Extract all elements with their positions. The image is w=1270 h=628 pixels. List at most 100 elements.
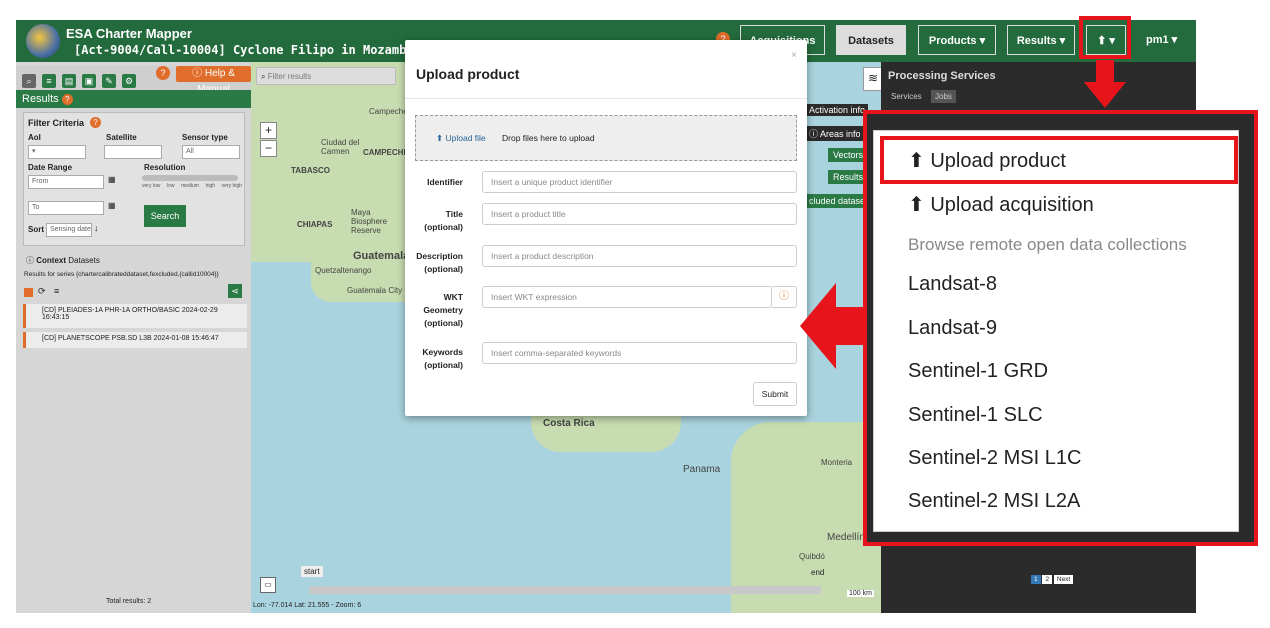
upload-icon: ⬆ [908, 194, 925, 216]
map-label: Guatemala City [347, 286, 403, 295]
title-label-text: Title [445, 209, 463, 219]
help-circle-icon[interactable]: ? [90, 117, 101, 128]
list-icon[interactable]: ≡ [42, 74, 56, 88]
results-partial[interactable]: Results [828, 170, 869, 184]
annotation-arrow-left [800, 283, 866, 369]
activation-info-partial[interactable]: Activation info [806, 104, 869, 116]
sensor-type-select[interactable]: All [182, 145, 240, 159]
tab-services[interactable]: Services [891, 92, 922, 101]
description-input[interactable]: Insert a product description [482, 245, 797, 267]
results-title: Results [22, 93, 59, 105]
page-2[interactable]: 2 [1042, 575, 1053, 584]
archive-icon[interactable]: ▣ [82, 74, 96, 88]
menu-item-sentinel-1-grd[interactable]: Sentinel-1 GRD [908, 360, 1048, 383]
scale-bar: 100 km [847, 590, 874, 597]
satellite-input[interactable] [104, 145, 162, 159]
basket-icon[interactable]: ▤ [62, 74, 76, 88]
map-label: Costa Rica [543, 418, 595, 429]
menu-item-upload-product[interactable]: ⬆ Upload product [908, 148, 1066, 173]
map-label: Quetzaltenango [315, 266, 372, 275]
sensor-type-label: Sensor type [182, 133, 228, 142]
stop-icon[interactable] [24, 288, 33, 297]
filter-title: Filter Criteria [28, 118, 85, 128]
search-icon[interactable]: ⌕ [22, 74, 36, 88]
date-to-input[interactable]: To [28, 201, 104, 215]
search-button[interactable]: Search [144, 205, 186, 227]
menu-item-landsat-9[interactable]: Landsat-9 [908, 317, 997, 340]
calendar-icon[interactable]: ▦ [108, 175, 122, 189]
title-input[interactable]: Insert a product title [482, 203, 797, 225]
list-item[interactable]: [CD] PLANETSCOPE PSB.SD L3B 2024-01-08 1… [23, 332, 247, 348]
close-icon[interactable]: × [791, 50, 797, 61]
help-manual-button[interactable]: ⓘ Help & Manual [176, 66, 251, 95]
menu-item-landsat-8[interactable]: Landsat-8 [908, 273, 997, 296]
help-circle-icon[interactable]: ? [61, 94, 73, 105]
chevron-down-icon: ▾ [979, 35, 986, 47]
zoom-in-button[interactable]: + [260, 122, 277, 139]
sort-label: Sort [28, 225, 44, 234]
map-filter-box[interactable]: ⌕ Filter results [256, 67, 396, 85]
tick-very-high: very high [221, 183, 242, 189]
satellite-label: Satellite [106, 133, 137, 142]
refresh-icon[interactable]: ⟳ [38, 286, 46, 297]
map-label: CHIAPAS [297, 220, 333, 229]
title-optional: (optional) [424, 222, 463, 232]
gear-icon[interactable]: ⚙ [122, 74, 136, 88]
upload-file-link[interactable]: ⬆ Upload file [436, 133, 486, 144]
share-icon[interactable]: ⋖ [228, 284, 242, 298]
wkt-input[interactable]: Insert WKT expression [482, 286, 772, 308]
page-next[interactable]: Next [1053, 575, 1074, 584]
keywords-input[interactable]: Insert comma-separated keywords [482, 342, 797, 364]
map-print-icon[interactable]: ▭ [260, 577, 276, 593]
aoi-label: AoI [28, 133, 41, 142]
keywords-label-text: Keywords [422, 347, 463, 357]
processing-title: Processing Services [888, 70, 996, 82]
menu-item-sentinel-2-l1c[interactable]: Sentinel-2 MSI L1C [908, 447, 1081, 470]
timeline-start-label: start [301, 566, 323, 577]
page-1[interactable]: 1 [1031, 575, 1041, 584]
upload-dropdown-menu: ⬆ Upload product ⬆ Upload acquisition Br… [873, 130, 1239, 532]
annotation-arrow-down [1084, 60, 1126, 108]
user-menu[interactable]: pm1 ▾ [1146, 33, 1177, 46]
calendar-icon[interactable]: ▦ [108, 201, 122, 215]
resolution-slider[interactable] [142, 175, 238, 181]
aoi-select[interactable]: ▾ [28, 145, 86, 159]
left-toolbar: ⌕ ≡ ▤ ▣ ✎ ⚙ ? ⓘ Help & Manual [16, 66, 251, 95]
file-dropzone[interactable]: ⬆ Upload file Drop files here to upload [415, 115, 797, 161]
help-circle-icon[interactable]: ? [156, 66, 170, 80]
submit-button[interactable]: Submit [753, 382, 797, 406]
menu-icon[interactable]: ≡ [54, 286, 59, 296]
activation-subtitle: [Act-9004/Call-10004] Cyclone Filipo in … [74, 43, 436, 57]
date-from-input[interactable]: From [28, 175, 104, 189]
upload-icon: ⬆ [436, 133, 444, 143]
esa-logo [26, 24, 60, 58]
areas-info-partial[interactable]: ⓘ Areas info [806, 126, 864, 141]
nav-datasets[interactable]: Datasets [836, 25, 906, 55]
wkt-label-text: WKT Geometry [423, 292, 463, 315]
tab-jobs[interactable]: Jobs [931, 90, 956, 103]
info-icon[interactable]: ⓘ [772, 286, 797, 308]
layers-button[interactable]: ≋ [863, 67, 881, 91]
nav-results[interactable]: Results ▾ [1007, 25, 1075, 55]
vectors-partial[interactable]: Vectors [828, 148, 869, 162]
timeline-end-label: end [811, 568, 825, 577]
menu-item-sentinel-2-l2a[interactable]: Sentinel-2 MSI L2A [908, 490, 1080, 513]
pencil-icon[interactable]: ✎ [102, 74, 116, 88]
menu-item-upload-acquisition[interactable]: ⬆ Upload acquisition [908, 192, 1094, 217]
menu-item-sentinel-1-slc[interactable]: Sentinel-1 SLC [908, 404, 1043, 427]
title-label: Title (optional) [405, 208, 463, 234]
sort-direction-icon[interactable]: ↓ [94, 223, 106, 237]
list-item[interactable]: [CD] PLEIADES-1A PHR-1A ORTHO/BASIC 2024… [23, 304, 247, 328]
identifier-input[interactable]: Insert a unique product identifier [482, 171, 797, 193]
nav-products-label: Products [928, 35, 977, 47]
pagination: 1 2 Next [1031, 575, 1074, 584]
areas-info-label: Areas info [820, 129, 861, 139]
zoom-out-button[interactable]: − [260, 140, 277, 157]
map-label: Panama [683, 464, 721, 475]
nav-products[interactable]: Products ▾ [918, 25, 996, 55]
description-optional: (optional) [424, 264, 463, 274]
timeline-slider[interactable] [309, 586, 821, 594]
sort-select[interactable]: Sensing date [46, 223, 92, 237]
upload-product-dialog: Upload product × ⬆ Upload file Drop file… [405, 40, 807, 416]
wkt-optional: (optional) [424, 318, 463, 328]
